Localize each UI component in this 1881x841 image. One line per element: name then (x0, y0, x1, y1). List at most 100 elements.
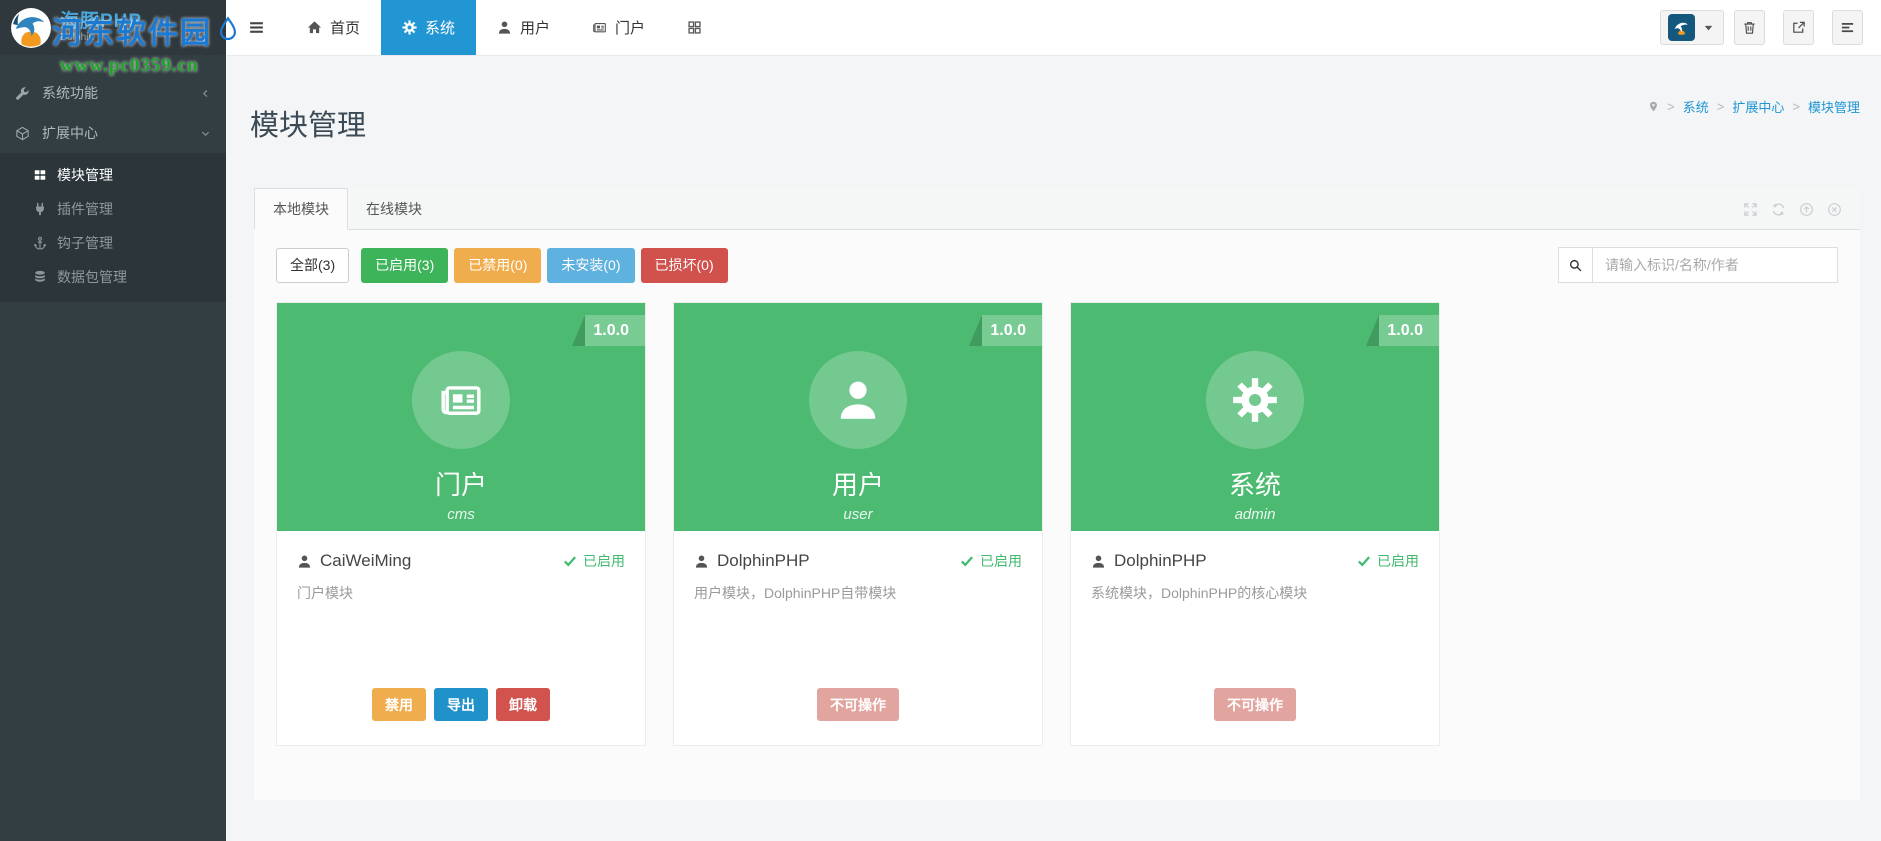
search-group (1558, 247, 1838, 283)
breadcrumb-link-module-management[interactable]: 模块管理 (1808, 97, 1860, 116)
tab-label: 在线模块 (366, 200, 422, 217)
search-input[interactable] (1593, 247, 1838, 283)
sidebar-item-label: 钩子管理 (57, 235, 113, 251)
sidebar-menu: 系统功能 扩展中心 模块管理 插件管理 钩子管理 数据包管理 (0, 55, 226, 302)
grid-icon (687, 20, 702, 35)
breadcrumb: > 系统 > 扩展中心 > 模块管理 (1648, 97, 1860, 116)
refresh-icon[interactable] (1771, 202, 1786, 217)
page-title: 模块管理 (250, 110, 367, 143)
sidebar-item-hook-management[interactable]: 钩子管理 (0, 226, 226, 260)
cube-icon (15, 126, 30, 141)
user-menu-button[interactable] (1660, 10, 1724, 45)
disable-button[interactable]: 禁用 (372, 688, 426, 721)
module-icon-circle (1206, 351, 1304, 449)
filter-enabled-button[interactable]: 已启用(3) (361, 247, 449, 283)
sidebar-item-plugin-management[interactable]: 插件管理 (0, 192, 226, 226)
tab-local-modules[interactable]: 本地模块 (254, 188, 348, 230)
module-panel: 本地模块 在线模块 全部(3) 已启用(3) 已禁用(0) 未安装(0) 已损坏… (254, 188, 1860, 800)
sidebar-item-module-management[interactable]: 模块管理 (0, 158, 226, 192)
close-icon[interactable] (1827, 202, 1842, 217)
search-icon (1568, 258, 1583, 273)
nav-item-home[interactable]: 首页 (286, 0, 381, 55)
no-action-button: 不可操作 (1214, 688, 1296, 721)
gear-icon (1232, 377, 1278, 423)
card-header: 1.0.0 用户 user (674, 303, 1042, 531)
author-name: CaiWeiMing (320, 551, 412, 570)
card-footer: DolphinPHP 已启用 用户模块，DolphinPHP自带模块 不可操作 (674, 531, 1042, 745)
nav-item-user[interactable]: 用户 (476, 0, 571, 55)
module-icon-circle (412, 351, 510, 449)
nav-item-portal[interactable]: 门户 (571, 0, 666, 55)
nav-item-label: 首页 (330, 20, 361, 37)
sidebar-item-extension-center[interactable]: 扩展中心 (0, 113, 226, 153)
collapse-icon[interactable] (1799, 202, 1814, 217)
module-author: CaiWeiMing (297, 551, 411, 571)
module-cards: 1.0.0 门户 cms CaiWeiMing 已启用 门户模块 禁用 导出 卸… (276, 302, 1838, 746)
card-footer: CaiWeiMing 已启用 门户模块 禁用 导出 卸载 (277, 531, 645, 745)
dolphinphp-admin: 海豚PHP Dolphin 系统功能 扩展中心 模块管理 插件管理 钩子管理 数… (0, 0, 1881, 841)
check-icon (960, 555, 974, 567)
status-label: 已启用 (1377, 553, 1419, 569)
card-actions: 不可操作 (1091, 688, 1419, 721)
fullscreen-icon[interactable] (1743, 202, 1758, 217)
nav-item-label: 系统 (425, 20, 456, 37)
person-icon (694, 554, 709, 569)
newspaper-icon (438, 377, 484, 423)
check-icon (1357, 555, 1371, 567)
module-author: DolphinPHP (694, 551, 810, 571)
panel-body: 全部(3) 已启用(3) 已禁用(0) 未安装(0) 已损坏(0) 请输入标识/… (254, 230, 1860, 746)
sidebar-submenu: 模块管理 插件管理 钩子管理 数据包管理 (0, 153, 226, 302)
module-title: 门户 (434, 470, 487, 500)
filter-broken-button[interactable]: 已损坏(0) (640, 247, 728, 283)
status-badge: 已启用 (1357, 551, 1419, 571)
avatar (1668, 14, 1695, 41)
module-title: 系统 (1228, 470, 1281, 500)
breadcrumb-link-system[interactable]: 系统 (1683, 97, 1709, 116)
newspaper-icon (592, 20, 607, 35)
export-button[interactable]: 导出 (434, 688, 488, 721)
card-header: 1.0.0 系统 admin (1071, 303, 1439, 531)
content-header: 模块管理 > 系统 > 扩展中心 > 模块管理 (250, 55, 1860, 188)
navbar-right-tools (1660, 10, 1863, 45)
check-icon (563, 555, 577, 567)
tab-online-modules[interactable]: 在线模块 (348, 188, 440, 229)
search-button[interactable] (1558, 247, 1593, 283)
logo-text: 海豚PHP Dolphin (60, 12, 142, 44)
card-header: 1.0.0 门户 cms (277, 303, 645, 531)
nav-item-apps[interactable] (666, 0, 723, 55)
open-site-button[interactable] (1783, 10, 1814, 45)
filter-all-button[interactable]: 全部(3) (276, 247, 350, 283)
module-card-admin: 1.0.0 系统 admin DolphinPHP 已启用 系统模块，Dolph… (1070, 302, 1440, 746)
filter-uninstalled-button[interactable]: 未安装(0) (547, 247, 635, 283)
log-list-button[interactable] (1832, 10, 1863, 45)
version-badge: 1.0.0 (1366, 315, 1439, 346)
user-icon (497, 20, 512, 35)
sidebar-item-datapack-management[interactable]: 数据包管理 (0, 260, 226, 294)
nav-item-label: 用户 (520, 20, 551, 37)
module-author: DolphinPHP (1091, 551, 1207, 571)
sidebar-toggle-button[interactable] (226, 0, 286, 55)
filter-disabled-button[interactable]: 已禁用(0) (454, 247, 542, 283)
hamburger-icon (248, 19, 265, 36)
clear-cache-button[interactable] (1734, 10, 1765, 45)
app-logo[interactable]: 海豚PHP Dolphin (0, 0, 226, 55)
gear-icon (402, 20, 417, 35)
breadcrumb-separator: > (1667, 99, 1675, 114)
version-badge: 1.0.0 (572, 315, 645, 346)
panel-tools (1743, 188, 1842, 230)
card-actions: 禁用 导出 卸载 (297, 688, 625, 721)
author-name: DolphinPHP (717, 551, 810, 570)
uninstall-button[interactable]: 卸载 (496, 688, 550, 721)
filter-toolbar: 全部(3) 已启用(3) 已禁用(0) 未安装(0) 已损坏(0) (276, 247, 1838, 283)
person-icon (297, 554, 312, 569)
breadcrumb-separator: > (1792, 99, 1800, 114)
status-label: 已启用 (980, 553, 1022, 569)
sidebar: 海豚PHP Dolphin 系统功能 扩展中心 模块管理 插件管理 钩子管理 数… (0, 0, 226, 841)
tab-bar: 本地模块 在线模块 (254, 188, 1860, 230)
breadcrumb-link-extension-center[interactable]: 扩展中心 (1732, 97, 1784, 116)
sidebar-item-system-functions[interactable]: 系统功能 (0, 73, 226, 113)
sidebar-item-label: 系统功能 (42, 85, 98, 101)
user-icon (835, 377, 881, 423)
sidebar-item-label: 扩展中心 (42, 125, 98, 141)
nav-item-system[interactable]: 系统 (381, 0, 477, 55)
